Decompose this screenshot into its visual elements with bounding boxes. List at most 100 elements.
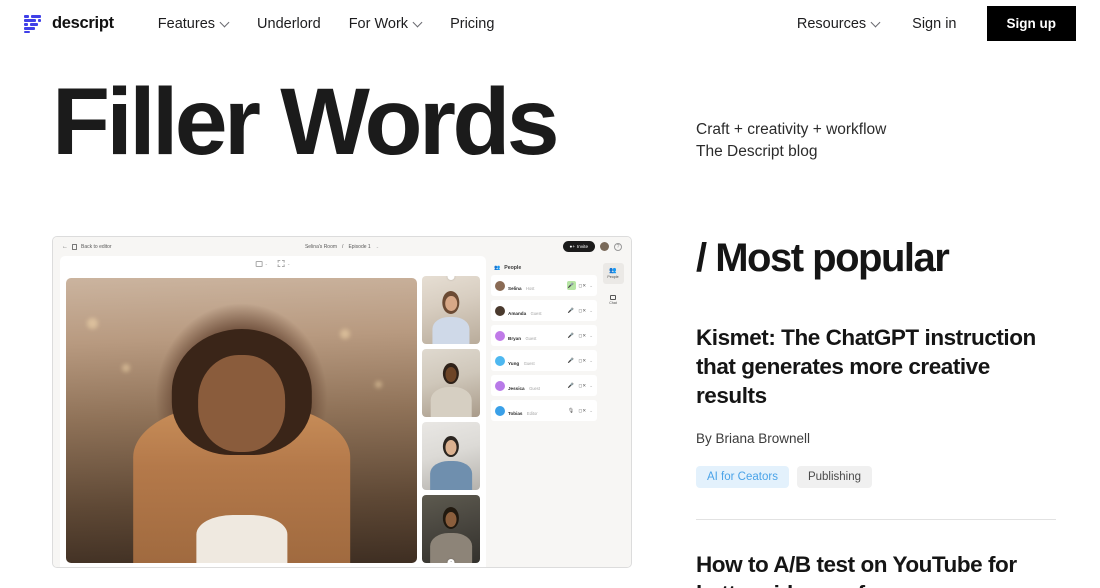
video-stage: ⌄ ⌄ — [60, 256, 486, 567]
app-breadcrumb: Selina's Room / Episode 1 ⌄ — [305, 244, 379, 250]
nav-item-resources[interactable]: Resources — [783, 10, 894, 38]
participant-row[interactable]: Selina Host 🎤 ◻✕ ⌄ — [491, 275, 597, 296]
participant-row[interactable]: Tobias Editor 🎙 ◻✕ ⌄ — [491, 400, 597, 421]
microphone-icon[interactable]: 🎤 — [567, 356, 576, 365]
participant-name: Yung — [508, 360, 520, 366]
avatar[interactable] — [600, 242, 609, 251]
rail-tab-chat[interactable]: Chat — [603, 289, 624, 310]
layout-button[interactable]: ⌄ — [255, 260, 268, 267]
people-panel-header: 👥 People — [491, 263, 597, 275]
descript-logo-icon — [24, 14, 43, 33]
section-title: / Most popular — [696, 236, 950, 280]
brand-logo[interactable]: descript — [24, 14, 114, 33]
participant-row[interactable]: Amanda Guest 🎤 ◻✕ ⌄ — [491, 300, 597, 321]
featured-image-column: ← Back to editor Selina's Room / Episode… — [0, 236, 650, 588]
chevron-down-icon: ⌄ — [287, 261, 291, 266]
most-popular-column: / Most popular Kismet: The ChatGPT instr… — [650, 236, 1100, 588]
nav-right-group: Resources Sign in Sign up — [783, 6, 1076, 41]
camera-off-icon[interactable]: ◻✕ — [579, 333, 587, 339]
chevron-down-icon[interactable]: ⌄ — [589, 283, 593, 289]
avatar — [495, 330, 505, 341]
fullscreen-icon — [278, 260, 285, 267]
main-video-tile[interactable] — [66, 278, 417, 563]
page-title: Filler Words — [52, 69, 560, 175]
post-byline: By Briana Brownell — [696, 431, 811, 447]
post-tags: AI for Ceators Publishing — [696, 466, 1056, 489]
camera-off-icon[interactable]: ◻✕ — [579, 308, 587, 314]
app-body: ⌄ ⌄ ⌄ ⌄ 👥 People Selina Host 🎤 ◻✕ ⌄ Aman… — [53, 256, 631, 567]
document-icon — [72, 243, 77, 250]
layout-icon — [255, 260, 263, 267]
camera-off-icon[interactable]: ◻✕ — [579, 408, 587, 414]
thumbnail-menu-icon[interactable] — [447, 276, 455, 280]
participant-thumbnail[interactable] — [422, 349, 480, 417]
chevron-down-icon[interactable]: ⌄ — [589, 308, 593, 314]
chevron-down-icon — [414, 19, 422, 27]
participant-name: Tobias — [508, 410, 523, 416]
nav-item-for-work[interactable]: For Work — [335, 10, 436, 38]
content-area: ← Back to editor Selina's Room / Episode… — [0, 236, 1100, 588]
avatar — [495, 405, 505, 416]
nav-item-pricing[interactable]: Pricing — [436, 10, 508, 38]
hero-tagline: Craft + creativity + workflow The Descri… — [650, 75, 886, 170]
post-title[interactable]: Kismet: The ChatGPT instruction that gen… — [696, 323, 1056, 410]
app-top-bar: ← Back to editor Selina's Room / Episode… — [53, 237, 631, 256]
tag-publishing[interactable]: Publishing — [796, 466, 873, 489]
featured-app-screenshot[interactable]: ← Back to editor Selina's Room / Episode… — [52, 236, 632, 568]
participant-row[interactable]: Yung Guest 🎤 ◻✕ ⌄ — [491, 350, 597, 371]
people-icon: 👥 — [609, 268, 617, 274]
chevron-down-icon[interactable]: ⌄ — [589, 358, 593, 364]
arrow-left-icon: ← — [62, 243, 68, 250]
nav-item-underlord[interactable]: Underlord — [243, 10, 335, 38]
chevron-down-icon[interactable]: ⌄ — [589, 333, 593, 339]
fullscreen-button[interactable]: ⌄ — [278, 260, 290, 267]
chevron-down-icon[interactable]: ⌄ — [589, 408, 593, 414]
sign-up-button[interactable]: Sign up — [986, 6, 1076, 41]
nav-label: Underlord — [257, 15, 321, 32]
rail-tab-label: Chat — [609, 300, 617, 305]
tag-ai-for-creators[interactable]: AI for Ceators — [696, 466, 789, 489]
participant-row[interactable]: Jessica Guest 🎤 ◻✕ ⌄ — [491, 375, 597, 396]
camera-off-icon[interactable]: ◻✕ — [579, 283, 587, 289]
microphone-icon[interactable]: 🎤 — [567, 381, 576, 390]
rail-tab-people[interactable]: 👥 People — [602, 263, 624, 284]
post-card: How to A/B test on YouTube for better vi… — [696, 550, 1056, 588]
participant-name: Jessica — [508, 385, 525, 391]
avatar — [495, 305, 505, 316]
thumbnail-menu-icon[interactable] — [447, 558, 455, 563]
invite-label: Invite — [577, 244, 588, 249]
back-to-editor-button[interactable]: ← Back to editor — [62, 243, 112, 250]
microphone-icon[interactable]: 🎤 — [567, 331, 576, 340]
nav-label: For Work — [348, 15, 409, 32]
participant-thumbnail[interactable] — [422, 495, 480, 563]
camera-off-icon[interactable]: ◻✕ — [579, 383, 587, 389]
chat-icon — [610, 294, 616, 300]
microphone-muted-icon[interactable]: 🎙 — [567, 406, 576, 415]
chevron-down-icon — [872, 19, 880, 27]
participant-thumbnail[interactable] — [422, 422, 480, 490]
breadcrumb-episode[interactable]: Episode 1 — [348, 244, 370, 250]
nav-item-features[interactable]: Features — [144, 10, 243, 38]
participant-info: Yung Guest — [508, 352, 564, 370]
post-title[interactable]: How to A/B test on YouTube for better vi… — [696, 550, 1056, 588]
participant-thumbnail[interactable] — [422, 276, 480, 344]
chevron-down-icon: ⌄ — [264, 261, 268, 266]
microphone-icon[interactable]: 🎤 — [567, 306, 576, 315]
help-icon[interactable]: ? — [614, 242, 622, 251]
sign-in-link[interactable]: Sign in — [896, 10, 972, 38]
participant-info: Bryan Guest — [508, 327, 564, 345]
chevron-down-icon[interactable]: ⌄ — [589, 383, 593, 389]
top-navigation-bar: descript Features Underlord For Work Pri… — [0, 0, 1100, 47]
participant-info: Jessica Guest — [508, 377, 564, 395]
participant-role: Editor — [526, 410, 538, 416]
camera-off-icon[interactable]: ◻✕ — [579, 358, 587, 364]
invite-button[interactable]: ●+ Invite — [562, 241, 595, 252]
participant-info: Amanda Guest — [508, 302, 564, 320]
microphone-icon[interactable]: 🎤 — [566, 281, 576, 290]
participant-row[interactable]: Bryan Guest 🎤 ◻✕ ⌄ — [491, 325, 597, 346]
participant-name: Bryan — [508, 335, 522, 341]
participant-info: Selina Host — [508, 277, 564, 295]
breadcrumb-room[interactable]: Selina's Room — [305, 244, 337, 250]
brand-name: descript — [52, 14, 114, 32]
participant-thumbnails — [422, 262, 480, 563]
